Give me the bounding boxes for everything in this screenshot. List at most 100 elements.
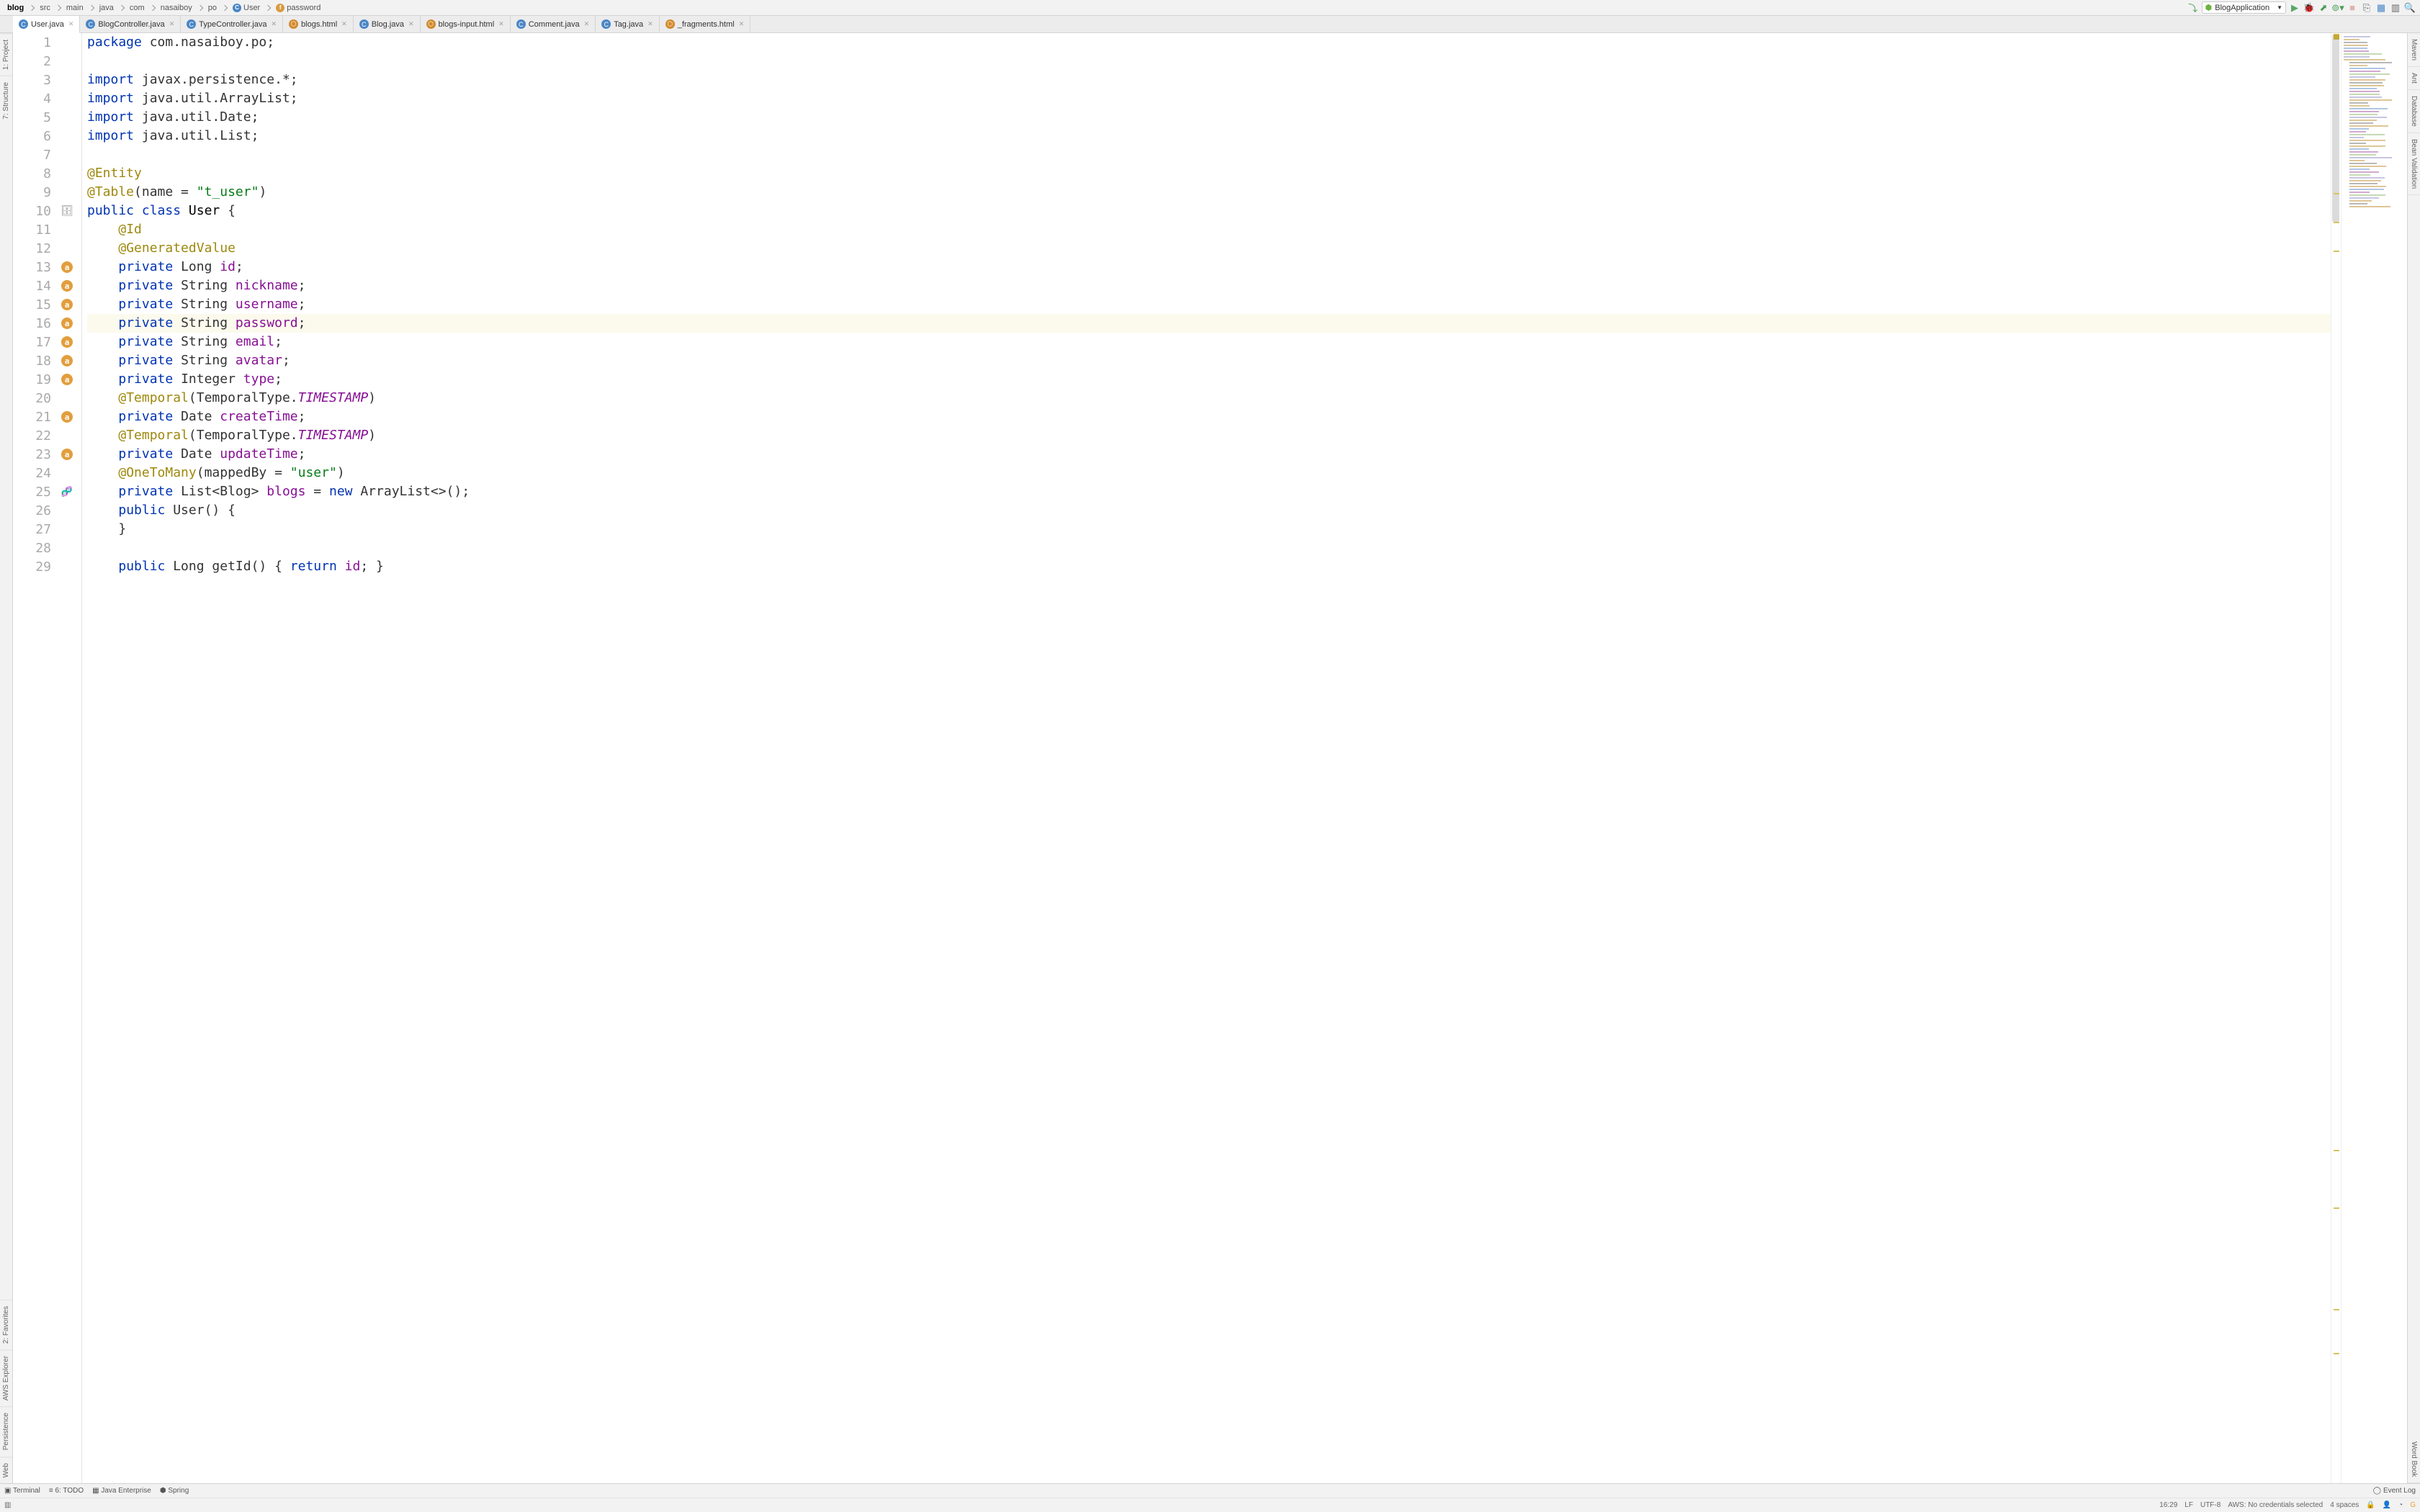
memory-icon[interactable]: ◔ [2398, 1501, 2403, 1509]
tool-window-button[interactable]: Bean Validation [2408, 133, 2420, 195]
editor-tab[interactable]: CBlog.java✕ [354, 16, 421, 32]
profiler-button[interactable]: ⊚▾ [2332, 2, 2344, 14]
jpa-entity-icon[interactable]: 🗄 [60, 205, 73, 217]
warning-marker[interactable] [2334, 251, 2339, 252]
tool-window-button[interactable]: 1: Project [0, 33, 12, 76]
code-line[interactable]: import java.util.List; [87, 127, 2331, 145]
gutter-row[interactable]: 25🧬 [13, 482, 81, 501]
tool-window-button[interactable]: Ant [2408, 67, 2420, 90]
gutter-row[interactable]: 4 [13, 89, 81, 108]
todo-tab[interactable]: ≡ 6: TODO [49, 1487, 84, 1495]
jpa-attribute-icon[interactable]: a [61, 374, 73, 385]
warning-marker[interactable] [2334, 193, 2339, 194]
breadcrumb-item[interactable]: blog [4, 3, 27, 13]
lock-icon[interactable]: 🔒 [2366, 1501, 2375, 1509]
code-line[interactable] [87, 145, 2331, 164]
terminal-tab[interactable]: ▣ Terminal [4, 1487, 40, 1495]
code-area[interactable]: package com.nasaiboy.po; import javax.per… [82, 33, 2331, 1483]
run-button[interactable]: ▶ [2289, 2, 2300, 14]
close-icon[interactable]: ✕ [498, 20, 504, 28]
project-structure-icon[interactable]: ▥ [2390, 2, 2401, 14]
debug-button[interactable]: 🐞 [2303, 2, 2315, 14]
code-line[interactable]: package com.nasaiboy.po; [87, 33, 2331, 52]
warning-marker[interactable] [2334, 1150, 2339, 1151]
code-line[interactable] [87, 539, 2331, 557]
gutter-row[interactable]: 14a [13, 276, 81, 295]
jpa-attribute-icon[interactable]: a [61, 280, 73, 292]
gutter-row[interactable]: 24 [13, 464, 81, 482]
gutter-row[interactable]: 6 [13, 127, 81, 145]
code-line[interactable]: private Integer type; [87, 370, 2331, 389]
editor-tab[interactable]: CTag.java✕ [596, 16, 660, 32]
jpa-attribute-icon[interactable]: a [61, 449, 73, 460]
editor-tab[interactable]: CBlogController.java✕ [80, 16, 181, 32]
code-line[interactable]: import javax.persistence.*; [87, 71, 2331, 89]
vcs-commit-icon[interactable]: ⎘ [2361, 2, 2372, 14]
editor-tab[interactable]: CTypeController.java✕ [181, 16, 283, 32]
indent-status[interactable]: 4 spaces [2330, 1501, 2359, 1509]
search-icon[interactable]: 🔍 [2404, 2, 2416, 14]
code-line[interactable] [87, 52, 2331, 71]
coverage-button[interactable]: ⬈ [2318, 2, 2329, 14]
editor-gutter[interactable]: 12345678910🗄111213a14a15a16a17a18a19a202… [13, 33, 82, 1483]
close-icon[interactable]: ✕ [647, 20, 653, 28]
breadcrumb-item[interactable]: fpassword [273, 3, 323, 13]
gutter-row[interactable]: 18a [13, 351, 81, 370]
tool-window-button[interactable]: Word Book [2408, 1436, 2420, 1483]
code-line[interactable]: import java.util.Date; [87, 108, 2331, 127]
code-line[interactable]: private String password; [87, 314, 2331, 333]
close-icon[interactable]: ✕ [584, 20, 590, 28]
gutter-row[interactable]: 3 [13, 71, 81, 89]
warning-marker[interactable] [2334, 1309, 2339, 1310]
tool-window-button[interactable]: 7: Structure [0, 76, 12, 125]
code-line[interactable]: import java.util.ArrayList; [87, 89, 2331, 108]
gutter-row[interactable]: 13a [13, 258, 81, 276]
code-line[interactable]: private String avatar; [87, 351, 2331, 370]
spring-tab[interactable]: ⬢ Spring [160, 1487, 189, 1495]
gutter-row[interactable]: 2 [13, 52, 81, 71]
warning-marker[interactable] [2334, 1353, 2339, 1354]
breadcrumb-item[interactable]: src [37, 3, 53, 13]
statusbar-icon[interactable]: ▥ [4, 1501, 11, 1509]
code-line[interactable]: private String username; [87, 295, 2331, 314]
gutter-row[interactable]: 8 [13, 164, 81, 183]
hector-icon[interactable]: 👤 [2383, 1501, 2391, 1509]
breadcrumb-item[interactable]: CUser [230, 3, 263, 13]
aws-status[interactable]: AWS: No credentials selected [2228, 1501, 2323, 1509]
code-line[interactable]: @Entity [87, 164, 2331, 183]
code-line[interactable]: private String nickname; [87, 276, 2331, 295]
gutter-row[interactable]: 12 [13, 239, 81, 258]
event-log-tab[interactable]: ◯ Event Log [2373, 1487, 2416, 1495]
line-separator[interactable]: LF [2184, 1501, 2193, 1509]
code-line[interactable]: private Date updateTime; [87, 445, 2331, 464]
code-line[interactable]: @OneToMany(mappedBy = "user") [87, 464, 2331, 482]
close-icon[interactable]: ✕ [408, 20, 414, 28]
build-icon[interactable]: ⤵ [2187, 2, 2199, 14]
code-line[interactable]: public Long getId() { return id; } [87, 557, 2331, 576]
close-icon[interactable]: ✕ [271, 20, 277, 28]
jpa-attribute-icon[interactable]: a [61, 411, 73, 423]
gutter-row[interactable]: 21a [13, 408, 81, 426]
breadcrumb-item[interactable]: com [127, 3, 148, 13]
warning-marker[interactable] [2334, 1207, 2339, 1209]
gutter-row[interactable]: 27 [13, 520, 81, 539]
gutter-row[interactable]: 7 [13, 145, 81, 164]
gutter-row[interactable]: 1 [13, 33, 81, 52]
jpa-attribute-icon[interactable]: a [61, 318, 73, 329]
close-icon[interactable]: ✕ [341, 20, 347, 28]
gutter-row[interactable]: 11 [13, 220, 81, 239]
java-ee-tab[interactable]: ▦ Java Enterprise [92, 1487, 151, 1495]
close-icon[interactable]: ✕ [739, 20, 745, 28]
editor-tab[interactable]: ⬡_fragments.html✕ [660, 16, 750, 32]
gutter-row[interactable]: 26 [13, 501, 81, 520]
breadcrumb-item[interactable]: java [97, 3, 117, 13]
gutter-row[interactable]: 29 [13, 557, 81, 576]
close-icon[interactable]: ✕ [169, 20, 175, 28]
gutter-row[interactable]: 20 [13, 389, 81, 408]
translate-icon[interactable]: ▦ [2375, 2, 2387, 14]
gutter-row[interactable]: 5 [13, 108, 81, 127]
code-line[interactable]: private List<Blog> blogs = new ArrayList… [87, 482, 2331, 501]
breadcrumb-item[interactable]: po [205, 3, 220, 13]
run-configuration-selector[interactable]: ⬢ BlogApplication ▼ [2202, 1, 2286, 14]
code-line[interactable]: public class User { [87, 202, 2331, 220]
